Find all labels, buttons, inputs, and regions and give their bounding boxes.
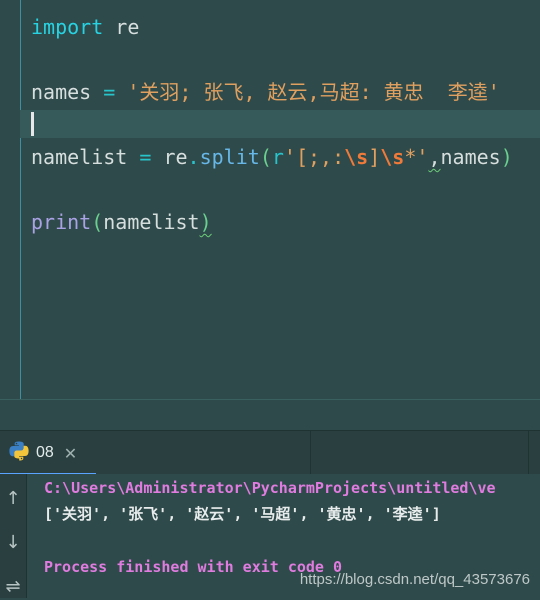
variable-names: names — [31, 80, 92, 104]
console-output: ['关羽', '张飞', '赵云', '马超', '黄忠', '李逵'] — [44, 505, 441, 523]
soft-wrap-icon[interactable]: ⇌ — [0, 572, 26, 600]
assign-operator: = — [127, 145, 164, 169]
variable-namelist: namelist — [31, 145, 128, 169]
code-line-1[interactable]: import re — [31, 13, 139, 41]
current-line-highlight — [20, 110, 540, 138]
console-toolbar: ↑ ↓ ⇌ — [0, 474, 27, 598]
keyword-import: import — [31, 15, 104, 39]
run-tool-window-header: 08 ✕ — [0, 430, 540, 475]
text-caret — [31, 112, 34, 136]
code-line-7[interactable]: print(namelist) — [31, 208, 212, 236]
regex-escape-2: \s — [380, 145, 405, 169]
code-line-5[interactable]: namelist = re.split(r'[;,:\s]\s*',names) — [31, 143, 513, 171]
builtin-print: print — [31, 210, 92, 234]
close-icon[interactable]: ✕ — [64, 444, 77, 463]
function-split: split — [199, 145, 260, 169]
python-icon — [8, 440, 30, 466]
raw-prefix: r — [271, 145, 284, 169]
regex-escape-1: \s — [344, 145, 369, 169]
header-divider — [310, 431, 311, 475]
editor-divider — [0, 399, 540, 400]
module-re: re — [163, 145, 188, 169]
comma-warning: , — [428, 145, 441, 169]
string-literal: '关羽; 张飞, 赵云,马超: 黄忠 李逵' — [127, 80, 500, 104]
code-editor[interactable]: import re names = '关羽; 张飞, 赵云,马超: 黄忠 李逵'… — [0, 0, 540, 430]
argument-names: names — [440, 145, 501, 169]
assign-operator: = — [91, 80, 128, 104]
regex-part-c: *' — [404, 145, 429, 169]
module-name: re — [103, 15, 140, 39]
code-line-3[interactable]: names = '关羽; 张飞, 赵云,马超: 黄忠 李逵' — [31, 78, 500, 106]
open-paren: ( — [91, 210, 104, 234]
editor-gutter-border — [20, 0, 21, 400]
header-divider — [528, 431, 529, 475]
run-tab-label: 08 — [36, 444, 54, 461]
close-paren-warning: ) — [199, 210, 212, 234]
close-paren: ) — [500, 145, 513, 169]
watermark: https://blog.csdn.net/qq_43573676 — [299, 571, 530, 588]
regex-part-a: '[;,: — [283, 145, 345, 169]
run-console[interactable]: ↑ ↓ ⇌ C:\Users\Administrator\PycharmProj… — [0, 474, 540, 598]
run-tab[interactable]: 08 ✕ — [0, 431, 96, 475]
scroll-down-icon[interactable]: ↓ — [0, 528, 26, 556]
scroll-up-icon[interactable]: ↑ — [0, 484, 26, 512]
open-paren: ( — [259, 145, 272, 169]
argument-namelist: namelist — [103, 210, 200, 234]
console-exit-message: Process finished with exit code 0 — [44, 558, 343, 576]
regex-part-b: ] — [368, 145, 381, 169]
console-command: C:\Users\Administrator\PycharmProjects\u… — [44, 479, 496, 497]
dot-operator: . — [187, 145, 200, 169]
